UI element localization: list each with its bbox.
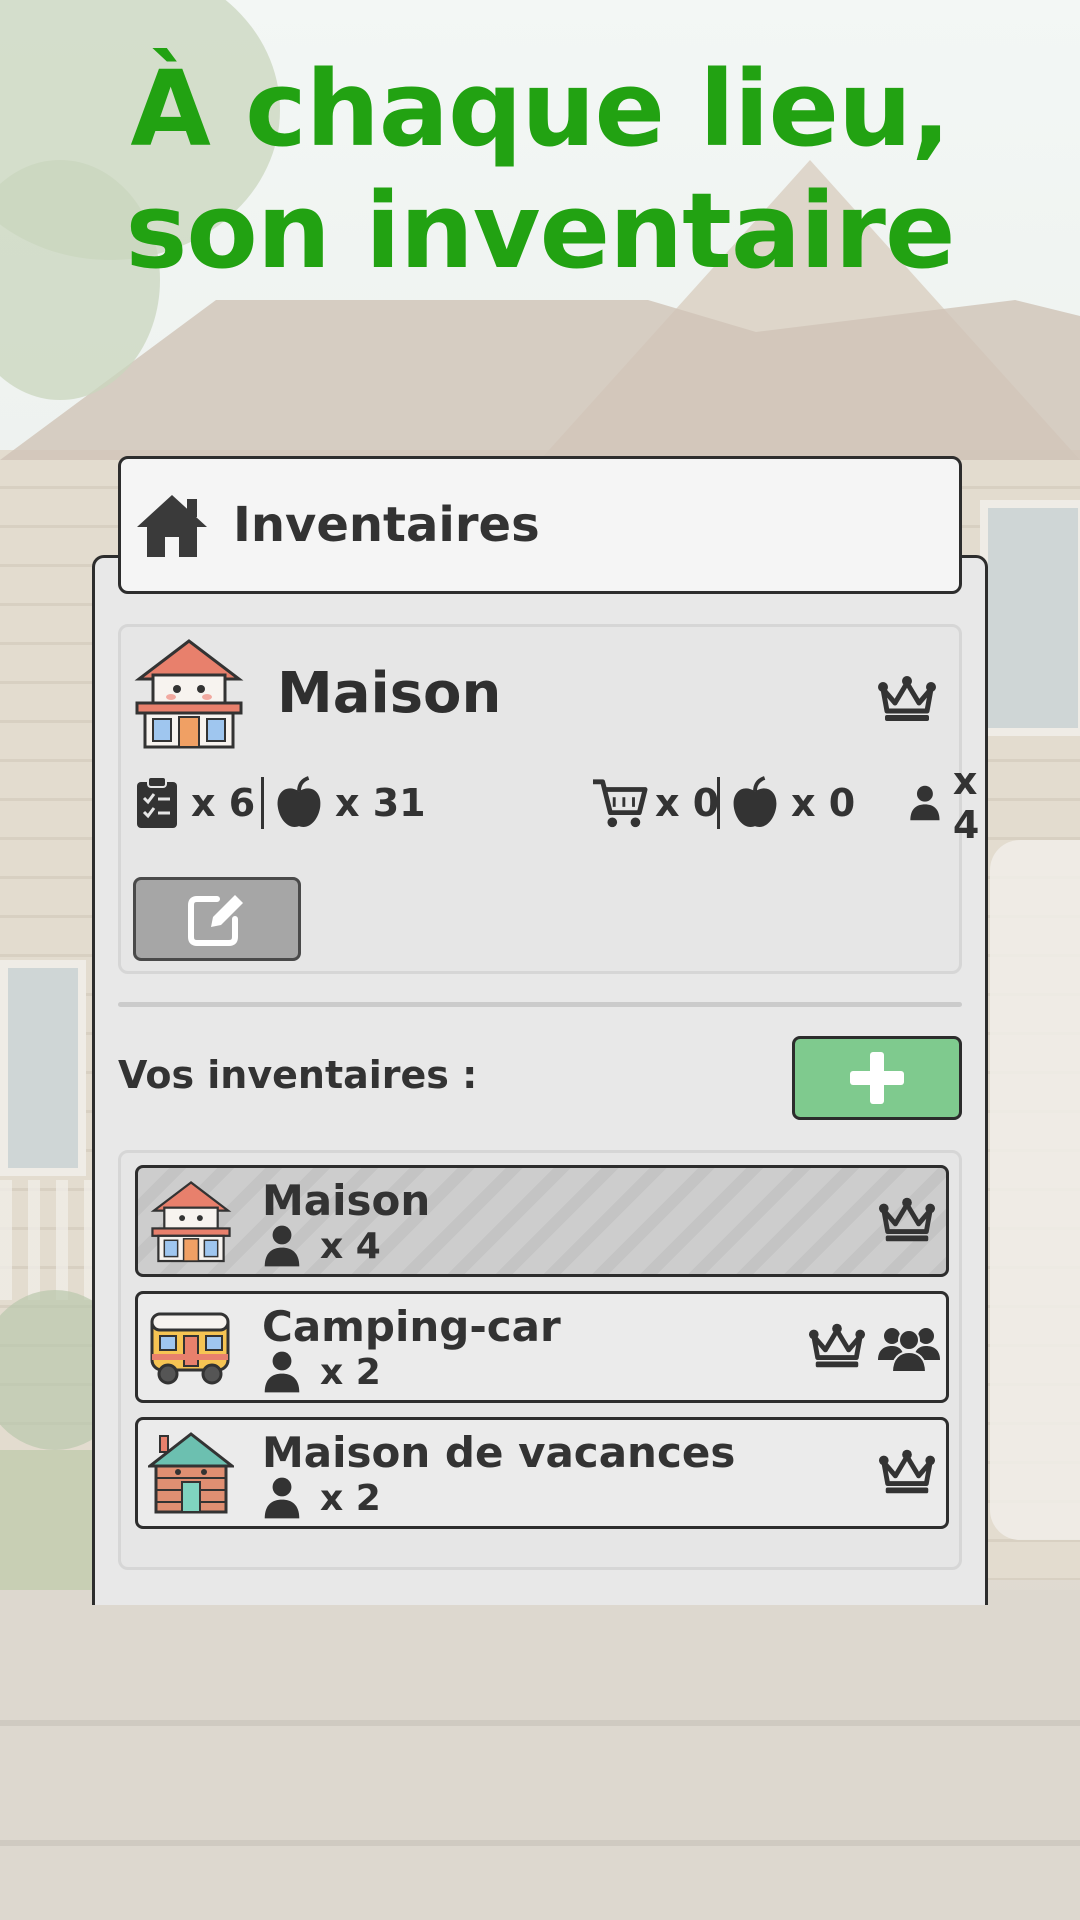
inventory-list: Maison x 4 Camping-car x 2 Maison de vac…: [118, 1150, 962, 1570]
stat-tasks-count: x 6: [191, 781, 256, 825]
apple-icon: [277, 776, 321, 827]
stat-members: x 4: [909, 759, 995, 847]
inventory-members: x 2: [262, 1350, 381, 1394]
user-icon: [910, 785, 940, 821]
stat-members-count: x 4: [952, 759, 980, 847]
stat-cart-items: x 0: [729, 773, 855, 833]
inventory-members-count: x 2: [320, 1351, 381, 1393]
inventory-members: x 2: [262, 1476, 381, 1520]
headline-line-2: son inventaire: [125, 170, 955, 292]
inventory-name: Maison: [262, 1176, 431, 1225]
log-cabin-image: [148, 1432, 234, 1514]
home-icon: [137, 495, 207, 557]
users-group-icon: [878, 1328, 940, 1372]
stat-cart-count: x 0: [655, 781, 720, 825]
current-inventory-card: Maison x 6 x 31 x 0 x 0 x 4: [118, 624, 979, 974]
house-image: [150, 1181, 232, 1263]
apple-icon: [733, 776, 777, 827]
crown-icon: [878, 676, 936, 721]
divider: [118, 1002, 962, 1007]
inventory-name: Camping-car: [262, 1302, 561, 1351]
user-icon: [264, 1477, 300, 1519]
house-image: [134, 639, 244, 749]
current-inventory-name: Maison: [277, 661, 502, 726]
edit-icon: [188, 895, 243, 946]
edit-inventory-button[interactable]: [133, 877, 301, 961]
stat-cart: x 0: [591, 773, 719, 833]
crown-icon: [878, 1449, 936, 1494]
headline-line-1: À chaque lieu,: [130, 48, 950, 170]
camper-van-image: [150, 1312, 230, 1385]
list-item[interactable]: Camping-car x 2: [135, 1291, 949, 1403]
list-item[interactable]: Maison x 4: [135, 1165, 949, 1277]
clipboard-check-icon: [137, 776, 177, 828]
inventory-name: Maison de vacances: [262, 1428, 736, 1477]
list-item[interactable]: Maison de vacances x 2: [135, 1417, 949, 1529]
inventory-members: x 4: [262, 1224, 381, 1268]
user-icon: [264, 1225, 300, 1267]
add-inventory-button[interactable]: [792, 1036, 962, 1120]
panel-header: Inventaires: [118, 456, 962, 594]
page-title: Inventaires: [233, 497, 540, 553]
stat-tasks: x 6: [135, 773, 255, 833]
stat-items-count: x 31: [335, 781, 426, 825]
crown-icon: [878, 1197, 936, 1242]
user-icon: [264, 1351, 300, 1393]
inventory-stats: x 6 x 31 x 0 x 0 x 4: [135, 759, 979, 847]
inventory-members-count: x 4: [320, 1225, 381, 1267]
inventory-members-count: x 2: [320, 1477, 381, 1519]
crown-icon: [808, 1323, 866, 1368]
plus-icon: [850, 1052, 904, 1104]
stat-items: x 31: [273, 773, 426, 833]
cart-icon: [593, 779, 648, 828]
stat-cart-items-count: x 0: [791, 781, 856, 825]
your-inventories-label: Vos inventaires :: [118, 1053, 478, 1097]
headline: À chaque lieu, son inventaire: [0, 48, 1080, 292]
